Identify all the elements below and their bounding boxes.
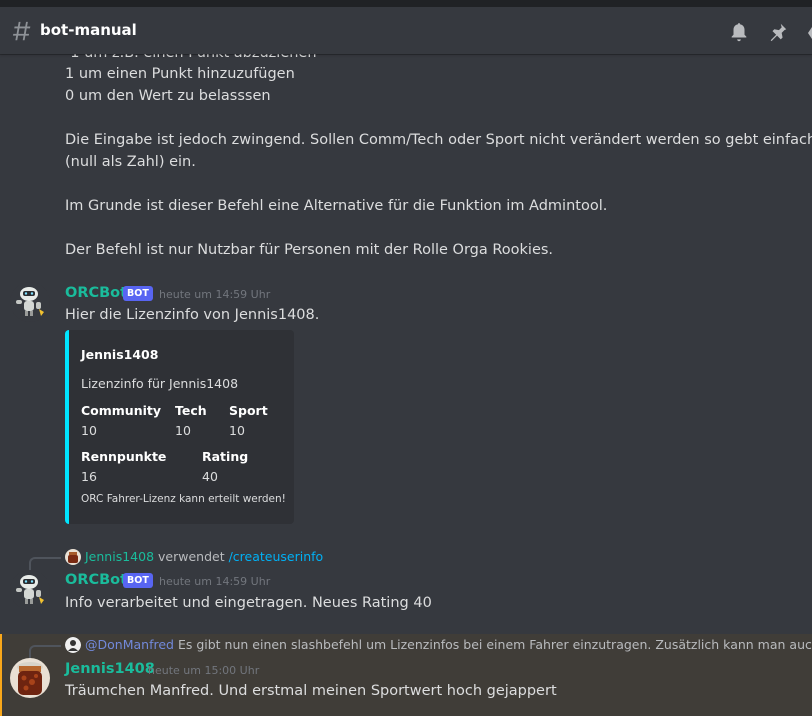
embed-field-value: 10	[81, 423, 97, 438]
message-line: Die Eingabe ist jedoch zwingend. Sollen …	[65, 132, 812, 148]
reply-preview-text[interactable]: Es gibt nun einen slashbefehl um Lizenzi…	[178, 637, 812, 652]
mention-highlight-bar	[0, 634, 2, 716]
message-line: Der Befehl ist nur Nutzbar für Personen …	[65, 242, 554, 258]
message-list: -1 um z.B. einen Punkt abzuziehen 1 um e…	[0, 54, 812, 716]
reply-context[interactable]: @DonManfred Es gibt nun einen slashbefeh…	[85, 637, 812, 653]
embed-title: Jennis1408	[81, 347, 159, 362]
user-avatar[interactable]	[10, 658, 50, 698]
message-line: (null als Zahl) ein.	[65, 154, 196, 170]
reply-avatar[interactable]	[65, 637, 81, 653]
license-embed: Jennis1408 Lizenzinfo für Jennis1408 Com…	[65, 330, 294, 524]
message-text: Info verarbeitet und eingetragen. Neues …	[65, 595, 432, 611]
embed-field-value: 16	[81, 469, 97, 484]
embed-field-name: Rating	[202, 449, 249, 464]
channel-name: bot-manual	[40, 21, 137, 39]
text-channel-hash-icon	[12, 21, 31, 41]
notification-bell-icon[interactable]	[728, 21, 750, 43]
bot-avatar[interactable]	[10, 282, 50, 322]
embed-field-value: 40	[202, 469, 218, 484]
members-list-icon[interactable]	[804, 21, 812, 43]
message-author[interactable]: Jennis1408	[65, 659, 155, 679]
message-text: Hier die Lizenzinfo von Jennis1408.	[65, 307, 320, 323]
slash-command-link[interactable]: /createuserinfo	[229, 549, 324, 564]
message-timestamp: heute um 15:00 Uhr	[148, 664, 260, 677]
channel-header: bot-manual	[0, 7, 812, 54]
reply-verb: verwendet	[158, 549, 225, 564]
pinned-messages-icon[interactable]	[767, 21, 789, 43]
jar-avatar-icon	[65, 549, 81, 565]
embed-field-value: 10	[175, 423, 191, 438]
jar-avatar-icon	[10, 658, 50, 698]
reply-connector	[29, 645, 61, 659]
bot-avatar[interactable]	[10, 570, 50, 610]
reply-avatar[interactable]	[65, 549, 81, 565]
reply-mention[interactable]: @DonManfred	[85, 637, 174, 652]
message-text: Träumchen Manfred. Und erstmal meinen Sp…	[65, 683, 557, 699]
embed-field-name: Tech	[175, 403, 207, 418]
window-top-strip	[0, 0, 812, 7]
bot-tag: BOT	[123, 573, 153, 588]
reply-username[interactable]: Jennis1408	[85, 549, 154, 564]
message-author[interactable]: ORCBot	[65, 283, 127, 303]
message-line: Im Grunde ist dieser Befehl eine Alterna…	[65, 198, 608, 214]
embed-field-name: Community	[81, 403, 162, 418]
message-line: 1 um einen Punkt hinzuzufügen	[65, 66, 295, 82]
reply-context[interactable]: Jennis1408 verwendet /createuserinfo	[85, 549, 323, 565]
message-author[interactable]: ORCBot	[65, 570, 127, 590]
message-timestamp: heute um 14:59 Uhr	[159, 288, 271, 301]
robot-icon	[10, 282, 50, 322]
embed-description: Lizenzinfo für Jennis1408	[81, 376, 239, 391]
reply-connector	[29, 557, 61, 571]
embed-field-name: Rennpunkte	[81, 449, 167, 464]
bot-tag: BOT	[123, 286, 153, 301]
message-line: 0 um den Wert zu belasssen	[65, 88, 271, 104]
embed-footer: ORC Fahrer-Lizenz kann erteilt werden!	[81, 493, 286, 505]
message-timestamp: heute um 14:59 Uhr	[159, 575, 271, 588]
user-avatar-icon	[65, 637, 81, 653]
embed-field-name: Sport	[229, 403, 268, 418]
embed-field-value: 10	[229, 423, 245, 438]
robot-icon	[10, 570, 50, 610]
